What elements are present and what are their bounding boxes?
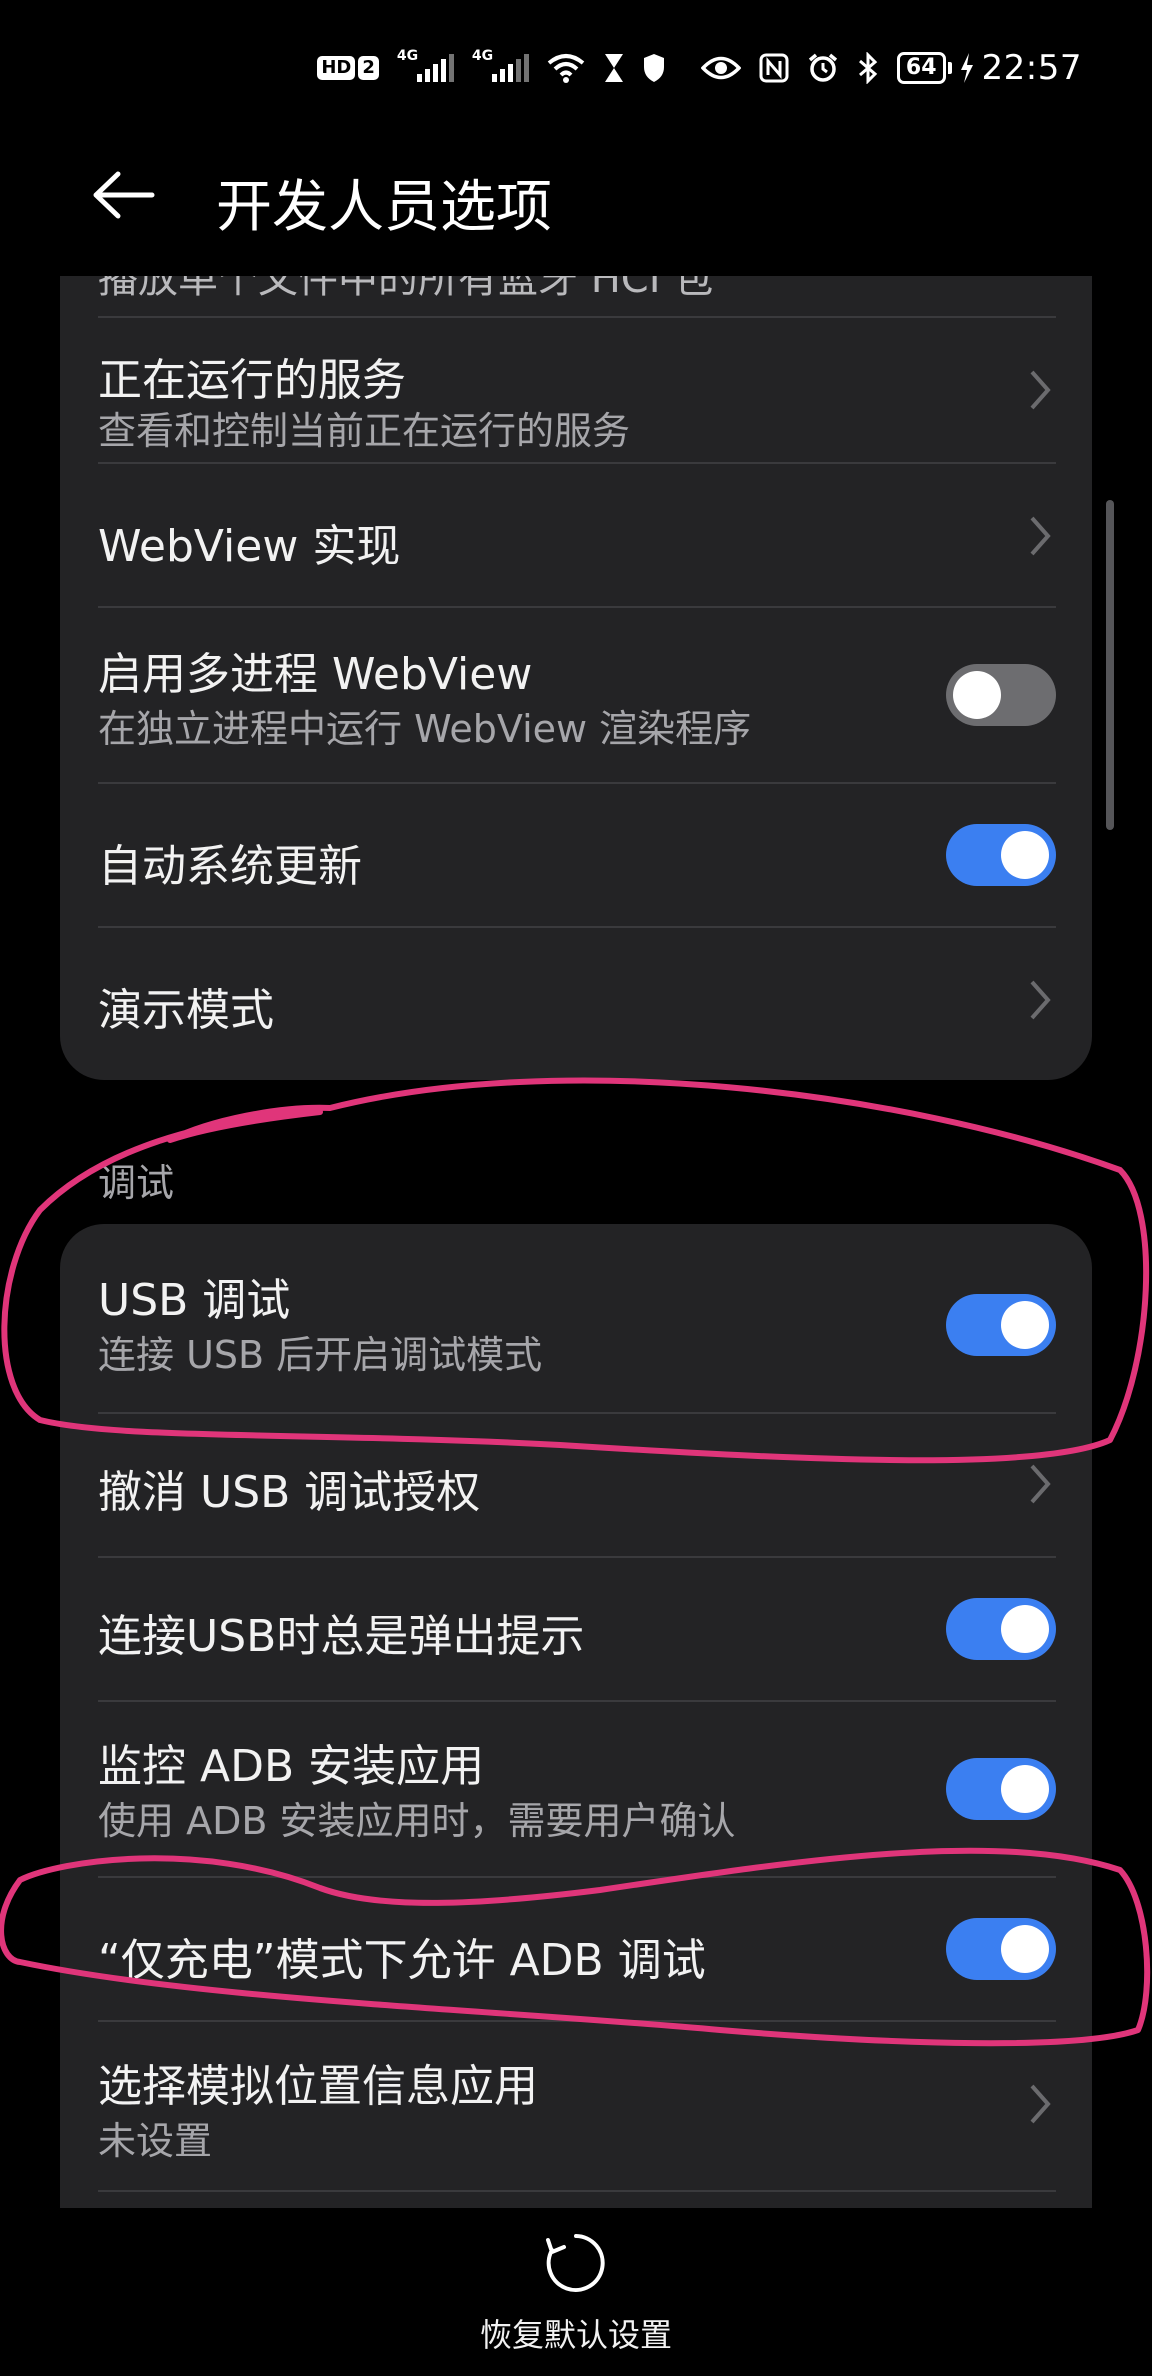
battery-icon: 64 xyxy=(896,52,952,84)
usb-debugging-toggle[interactable] xyxy=(946,1294,1056,1356)
setting-subtitle: 未设置 xyxy=(98,2119,213,2163)
eye-icon xyxy=(700,55,741,81)
setting-subtitle: 使用 ADB 安装应用时，需要用户确认 xyxy=(98,1799,736,1843)
setting-mock-location-app[interactable]: 选择模拟位置信息应用 未设置 xyxy=(60,2022,1092,2188)
setting-title: 演示模式 xyxy=(98,985,274,1036)
app-bar: 开发人员选项 xyxy=(0,150,1152,240)
shield-icon xyxy=(643,53,665,83)
signal-strength-icon-2: 4G xyxy=(472,48,529,82)
refresh-icon xyxy=(546,2234,605,2292)
hd-voice-icon: HD 2 xyxy=(317,56,379,80)
setting-title: WebView 实现 xyxy=(98,521,401,572)
setting-monitor-adb-install[interactable]: 监控 ADB 安装应用 使用 ADB 安装应用时，需要用户确认 xyxy=(60,1702,1092,1876)
monitor-adb-install-toggle[interactable] xyxy=(946,1758,1056,1820)
chevron-right-icon xyxy=(1030,2084,1051,2124)
setting-title: 连接USB时总是弹出提示 xyxy=(98,1611,585,1662)
arrow-left-icon xyxy=(93,171,155,219)
setting-title: 选择模拟位置信息应用 xyxy=(98,2061,538,2112)
bluetooth-icon xyxy=(857,52,879,84)
setting-title: USB 调试 xyxy=(98,1275,291,1326)
setting-subtitle: 在独立进程中运行 WebView 渲染程序 xyxy=(98,707,752,751)
setting-subtitle: 连接 USB 后开启调试模式 xyxy=(98,1333,543,1377)
scrolled-item-text: 播放单个文件中的所有蓝牙 HCI 包 xyxy=(98,276,714,302)
divider xyxy=(98,2190,1056,2192)
status-time: 22:57 xyxy=(981,48,1082,88)
setting-running-services[interactable]: 正在运行的服务 查看和控制当前正在运行的服务 xyxy=(60,318,1092,462)
setting-webview-implementation[interactable]: WebView 实现 xyxy=(60,464,1092,606)
status-bar: HD 2 4G 4G 64 22:57 xyxy=(317,40,1082,96)
alarm-icon xyxy=(807,52,839,84)
setting-title: 撤消 USB 调试授权 xyxy=(98,1467,481,1518)
reset-defaults-button[interactable]: 恢复默认设置 xyxy=(456,2230,696,2360)
scrollbar[interactable] xyxy=(1106,500,1114,830)
setting-multiprocess-webview[interactable]: 启用多进程 WebView 在独立进程中运行 WebView 渲染程序 xyxy=(60,608,1092,782)
page-title: 开发人员选项 xyxy=(216,175,552,240)
chevron-right-icon xyxy=(1030,516,1051,556)
signal-strength-icon: 4G xyxy=(397,48,454,82)
setting-subtitle: 查看和控制当前正在运行的服务 xyxy=(98,409,631,453)
setting-title: 启用多进程 WebView xyxy=(98,649,533,700)
back-button[interactable] xyxy=(92,160,172,230)
wifi-icon xyxy=(547,53,585,83)
settings-card-top: 播放单个文件中的所有蓝牙 HCI 包 正在运行的服务 查看和控制当前正在运行的服… xyxy=(60,276,1092,1080)
setting-usb-debugging[interactable]: USB 调试 连接 USB 后开启调试模式 xyxy=(60,1224,1092,1412)
auto-system-update-toggle[interactable] xyxy=(946,824,1056,886)
settings-card-debug: USB 调试 连接 USB 后开启调试模式 撤消 USB 调试授权 连接USB时… xyxy=(60,1224,1092,2208)
setting-usb-connect-prompt[interactable]: 连接USB时总是弹出提示 xyxy=(60,1558,1092,1700)
nfc-icon xyxy=(759,53,789,83)
chevron-right-icon xyxy=(1030,980,1051,1020)
setting-adb-charge-only[interactable]: “仅充电”模式下允许 ADB 调试 xyxy=(60,1878,1092,2020)
adb-charge-only-toggle[interactable] xyxy=(946,1918,1056,1980)
hourglass-icon xyxy=(603,52,625,84)
chevron-right-icon xyxy=(1030,370,1051,410)
usb-connect-prompt-toggle[interactable] xyxy=(946,1598,1056,1660)
section-header-debug: 调试 xyxy=(98,1161,175,1205)
reset-defaults-label: 恢复默认设置 xyxy=(479,2316,672,2354)
setting-title: “仅充电”模式下允许 ADB 调试 xyxy=(98,1935,706,1986)
setting-auto-system-update[interactable]: 自动系统更新 xyxy=(60,784,1092,926)
multiprocess-webview-toggle[interactable] xyxy=(946,664,1056,726)
chevron-right-icon xyxy=(1030,1464,1051,1504)
setting-revoke-usb-auth[interactable]: 撤消 USB 调试授权 xyxy=(60,1414,1092,1556)
setting-title: 正在运行的服务 xyxy=(98,355,406,406)
setting-demo-mode[interactable]: 演示模式 xyxy=(60,928,1092,1072)
setting-title: 自动系统更新 xyxy=(98,841,362,892)
charging-bolt-icon xyxy=(960,53,974,83)
setting-title: 监控 ADB 安装应用 xyxy=(98,1741,485,1792)
